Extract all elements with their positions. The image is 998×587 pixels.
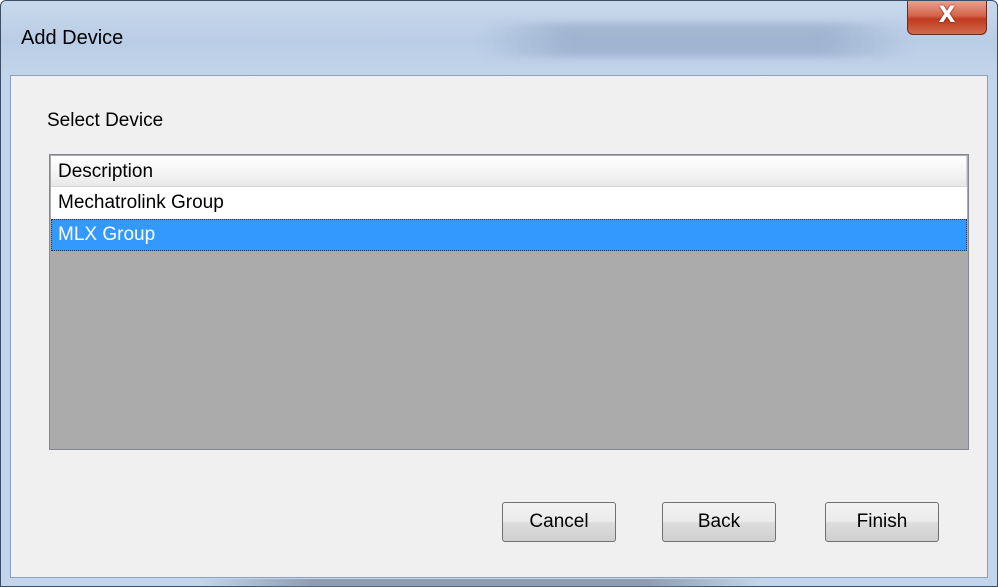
window-title: Add Device: [21, 27, 124, 49]
list-item-mechatrolink-group[interactable]: Mechatrolink Group: [51, 187, 967, 219]
back-button[interactable]: Back: [662, 502, 776, 542]
list-item-label: Mechatrolink Group: [58, 192, 224, 213]
dialog-body: Select Device Description Mechatrolink G…: [10, 75, 988, 578]
background-blur: [481, 23, 911, 57]
background-strip: [200, 579, 760, 587]
device-list[interactable]: Description Mechatrolink Group MLX Group: [49, 154, 969, 450]
column-header-label: Description: [58, 161, 154, 182]
column-header-description[interactable]: Description: [51, 156, 967, 186]
finish-button[interactable]: Finish: [825, 502, 939, 542]
list-item-mlx-group[interactable]: MLX Group: [51, 219, 967, 251]
title-bar[interactable]: Add Device X: [1, 1, 997, 75]
list-item-label: MLX Group: [58, 224, 156, 245]
close-button[interactable]: X: [907, 1, 987, 35]
select-device-label: Select Device: [47, 110, 164, 131]
add-device-dialog: Add Device X Select Device Description M…: [0, 0, 998, 587]
list-header: Description: [51, 156, 967, 187]
close-icon: X: [938, 3, 956, 28]
cancel-button[interactable]: Cancel: [502, 502, 616, 542]
